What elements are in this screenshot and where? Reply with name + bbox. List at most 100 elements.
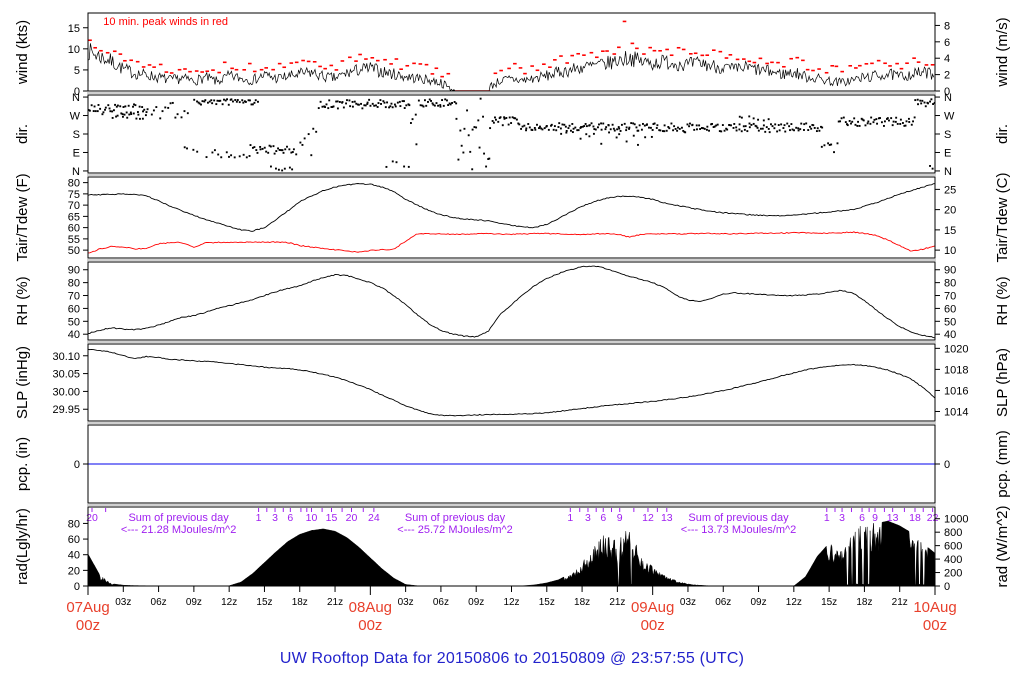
dir-point [844,121,847,124]
dir-point [441,99,444,102]
right-tick-label: 1016 [944,385,968,397]
dir-point [409,122,412,124]
dir-point [435,102,438,105]
hour-label: 09z [186,597,202,608]
hour-label: 18z [574,597,590,608]
day-label: 09Aug [631,599,674,616]
dir-point [733,123,736,125]
dir-point [735,126,738,129]
dir-plot-area [88,95,935,173]
dir-point [345,102,348,105]
left-tick-label: 80 [68,178,80,190]
dir-point [338,101,341,103]
dir-point [126,116,129,119]
left-tick-label: 75 [68,189,80,201]
dir-point [820,145,823,148]
dir-point [144,114,147,117]
wind-right-axis-title: wind (m/s) [994,17,1011,87]
dir-point [663,130,666,133]
slp-left-axis-title: SLP (inHg) [14,346,31,419]
dir-point [146,108,149,111]
dir-point [842,116,845,119]
dir-point [594,128,597,131]
dir-point [380,102,382,105]
dir-point [391,160,394,163]
dir-point [477,119,480,122]
dir-point [471,128,474,131]
dir-point [505,117,508,119]
dir-point [342,106,345,109]
dir-point [597,126,599,129]
dir-point [612,127,615,130]
hour-label: 06z [433,597,449,608]
dir-point [742,125,745,128]
slp-plot-area [88,344,935,421]
dir-point [748,126,751,129]
dir-point [773,127,776,130]
dir-point [130,113,133,116]
dir-point [390,102,393,105]
dir-point [327,107,330,110]
dir-point [609,128,612,131]
dir-point [235,100,238,103]
dir-point [912,120,914,123]
dir-point [180,116,183,119]
dir-point [623,122,626,125]
cumulative-mj-label: 24 [368,512,380,524]
dir-point [765,126,768,129]
dir-point [839,120,842,123]
dir-point [738,128,741,131]
dir-point [600,128,603,131]
dir-point [558,122,561,125]
dir-point [238,155,241,158]
cumulative-mj-label: 9 [617,512,623,524]
dir-point [608,131,611,134]
dir-point [256,151,259,154]
hour-label: 15z [539,597,555,608]
dir-point [585,133,588,136]
dir-point [351,105,354,108]
cumulative-mj-label: 3 [272,512,278,524]
cumulative-mj-label: 6 [287,512,293,524]
dir-point [467,134,470,137]
hour-label: 09z [468,597,484,608]
left-tick-label: 70 [68,291,80,303]
dir-point [152,109,155,112]
dir-point [628,126,631,129]
dir-point [112,109,115,112]
dir-point [788,125,791,128]
dir-point [539,125,541,128]
dir-point [743,128,746,131]
dir-point [891,124,894,127]
wind-panel: 10 min. peak winds in red05101502468wind… [14,12,1011,98]
dir-point [176,113,179,116]
dir-point [619,130,622,132]
dir-point [919,99,922,102]
dir-point [716,123,719,126]
dir-point [150,113,153,116]
dir-point [204,99,207,102]
left-tick-label: S [73,129,80,141]
dir-point [767,118,770,121]
dir-point [795,126,798,129]
dir-point [553,125,556,128]
slp-panel: 29.95 30.00 30.05 30.10 1014 1016 1018 1020 SLP … [14,343,1011,422]
left-tick-label: 0 [74,581,80,593]
dir-point [703,127,706,130]
dir-point [870,116,873,119]
dir-point [807,129,810,131]
left-tick-label: W [70,111,81,123]
dir-point [738,115,741,118]
dir-point [473,126,476,129]
dir-point [232,100,234,103]
dir-point [259,145,262,148]
dir-point [640,128,643,131]
dir-point [141,106,144,108]
dir-point [635,126,638,129]
dir-point [901,122,904,124]
dir-point [711,122,714,125]
cumulative-mj-label: 13 [887,512,899,524]
left-tick-label: E [73,147,80,159]
dir-point [257,100,259,103]
dir-point [518,123,521,126]
